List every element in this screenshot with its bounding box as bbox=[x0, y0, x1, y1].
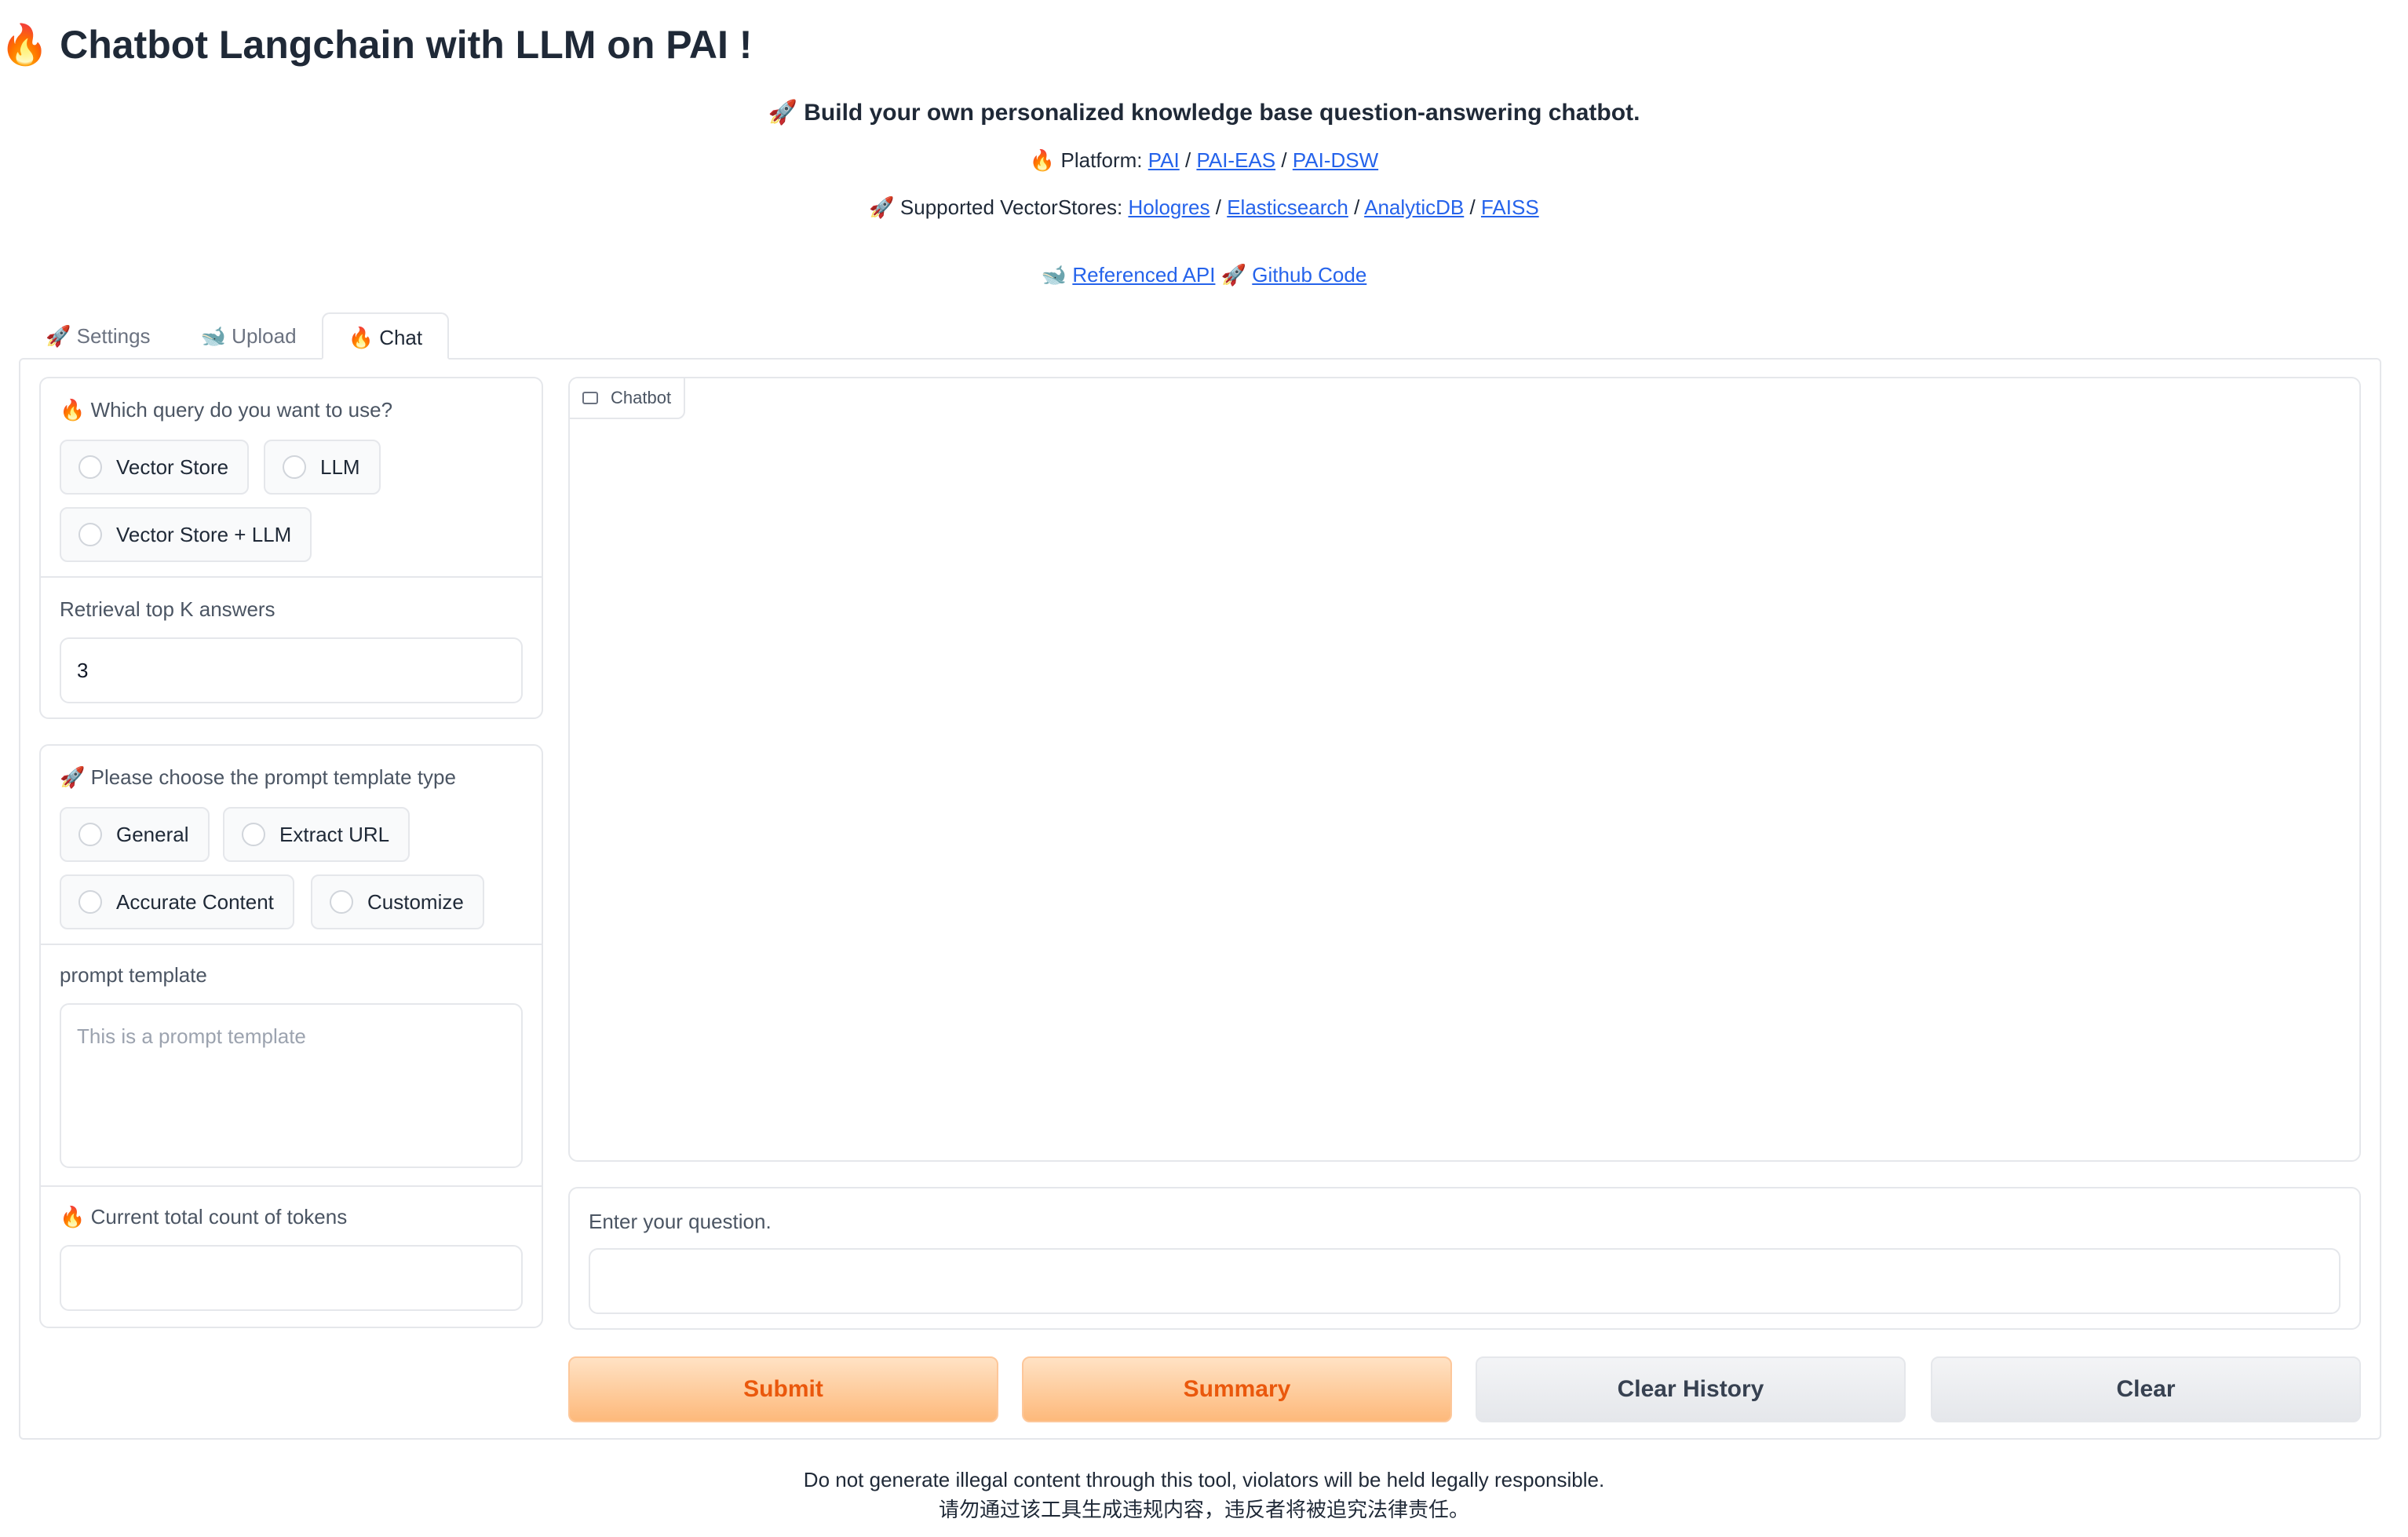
radio-accurate-content[interactable]: Accurate Content bbox=[60, 874, 294, 929]
topk-input[interactable] bbox=[60, 637, 523, 703]
radio-label: LLM bbox=[320, 455, 360, 479]
link-pai-eas[interactable]: PAI-EAS bbox=[1196, 148, 1275, 172]
rocket-icon: 🚀 bbox=[1220, 263, 1247, 287]
chatbot-display: Chatbot bbox=[568, 377, 2361, 1162]
chat-bubble-icon bbox=[582, 392, 598, 404]
tab-upload[interactable]: 🐋 Upload bbox=[176, 312, 322, 360]
prompt-template-label: prompt template bbox=[60, 963, 207, 987]
question-label: Enter your question. bbox=[589, 1210, 772, 1233]
divider bbox=[41, 576, 542, 578]
link-hologres[interactable]: Hologres bbox=[1128, 195, 1209, 219]
link-referenced-api[interactable]: Referenced API bbox=[1072, 263, 1215, 287]
clear-history-button[interactable]: Clear History bbox=[1476, 1356, 1906, 1422]
radio-circle[interactable] bbox=[78, 523, 102, 546]
tokens-count-field[interactable] bbox=[60, 1245, 523, 1311]
link-github-code[interactable]: Github Code bbox=[1252, 263, 1366, 287]
tab-chat[interactable]: 🔥 Chat bbox=[321, 312, 450, 360]
footer-disclaimer-zh: 请勿通过该工具生成违规内容，违反者将被追究法律责任。 bbox=[938, 1498, 1469, 1521]
radio-label: Customize bbox=[367, 889, 464, 914]
page-subtitle: 🚀 Build your own personalized knowledge … bbox=[768, 100, 1640, 126]
api-links-line: 🐋 Referenced API 🚀 Github Code bbox=[0, 259, 2408, 290]
radio-label: Accurate Content bbox=[116, 889, 274, 914]
tab-label: Settings bbox=[76, 324, 151, 348]
chatbot-label-text: Chatbot bbox=[611, 388, 672, 407]
tab-label: Upload bbox=[232, 324, 297, 348]
prompt-type-label: 🚀 Please choose the prompt template type bbox=[60, 765, 456, 789]
radio-label: Vector Store + LLM bbox=[116, 522, 292, 546]
query-type-label: 🔥 Which query do you want to use? bbox=[60, 398, 393, 422]
question-input[interactable] bbox=[589, 1248, 2341, 1314]
link-analyticdb[interactable]: AnalyticDB bbox=[1364, 195, 1464, 219]
vectorstores-line: 🚀 Supported VectorStores: Hologres / Ela… bbox=[0, 192, 2408, 223]
platform-prefix: 🔥 Platform: bbox=[1029, 148, 1143, 172]
separator: / bbox=[1354, 195, 1360, 219]
prompt-settings-box: 🚀 Please choose the prompt template type… bbox=[39, 744, 543, 1328]
summary-button[interactable]: Summary bbox=[1022, 1356, 1452, 1422]
separator: / bbox=[1469, 195, 1476, 219]
radio-circle[interactable] bbox=[78, 455, 102, 479]
radio-label: Vector Store bbox=[116, 455, 229, 479]
link-pai[interactable]: PAI bbox=[1148, 148, 1180, 172]
radio-vector-store-llm[interactable]: Vector Store + LLM bbox=[60, 507, 312, 562]
submit-button[interactable]: Submit bbox=[568, 1356, 998, 1422]
clear-button[interactable]: Clear bbox=[1931, 1356, 2361, 1422]
tab-settings[interactable]: 🚀 Settings bbox=[20, 312, 176, 360]
tab-bar: 🚀 Settings 🐋 Upload 🔥 Chat bbox=[20, 312, 450, 360]
topk-label: Retrieval top K answers bbox=[60, 597, 275, 621]
link-faiss[interactable]: FAISS bbox=[1481, 195, 1539, 219]
radio-circle[interactable] bbox=[78, 823, 102, 846]
separator: / bbox=[1215, 195, 1221, 219]
query-settings-box: 🔥 Which query do you want to use? Vector… bbox=[39, 377, 543, 719]
divider bbox=[41, 1185, 542, 1187]
radio-general[interactable]: General bbox=[60, 807, 210, 862]
divider bbox=[41, 944, 542, 945]
rocket-icon: 🚀 bbox=[46, 324, 71, 348]
whale-icon: 🐋 bbox=[200, 324, 226, 348]
vectorstores-prefix: 🚀 Supported VectorStores: bbox=[869, 195, 1123, 219]
whale-icon: 🐋 bbox=[1041, 263, 1067, 287]
link-elasticsearch[interactable]: Elasticsearch bbox=[1227, 195, 1348, 219]
page-title: 🔥 Chatbot Langchain with LLM on PAI ! bbox=[0, 23, 753, 67]
radio-circle[interactable] bbox=[283, 455, 306, 479]
radio-vector-store[interactable]: Vector Store bbox=[60, 440, 250, 495]
radio-extract-url[interactable]: Extract URL bbox=[223, 807, 410, 862]
question-box: Enter your question. bbox=[568, 1187, 2361, 1330]
prompt-template-textarea[interactable] bbox=[60, 1003, 523, 1168]
chatbot-label: Chatbot bbox=[570, 378, 686, 419]
separator: / bbox=[1281, 148, 1287, 172]
footer-disclaimer-en: Do not generate illegal content through … bbox=[803, 1468, 1605, 1491]
tab-label: Chat bbox=[379, 326, 423, 349]
tokens-label: 🔥 Current total count of tokens bbox=[60, 1205, 348, 1229]
radio-circle[interactable] bbox=[330, 890, 353, 914]
radio-label: General bbox=[116, 822, 189, 846]
fire-icon: 🔥 bbox=[348, 326, 374, 349]
platform-line: 🔥 Platform: PAI / PAI-EAS / PAI-DSW bbox=[0, 144, 2408, 176]
radio-customize[interactable]: Customize bbox=[311, 874, 484, 929]
radio-llm[interactable]: LLM bbox=[264, 440, 381, 495]
separator: / bbox=[1184, 148, 1191, 172]
radio-circle[interactable] bbox=[78, 890, 102, 914]
radio-circle[interactable] bbox=[242, 823, 265, 846]
link-pai-dsw[interactable]: PAI-DSW bbox=[1293, 148, 1378, 172]
radio-label: Extract URL bbox=[279, 822, 390, 846]
